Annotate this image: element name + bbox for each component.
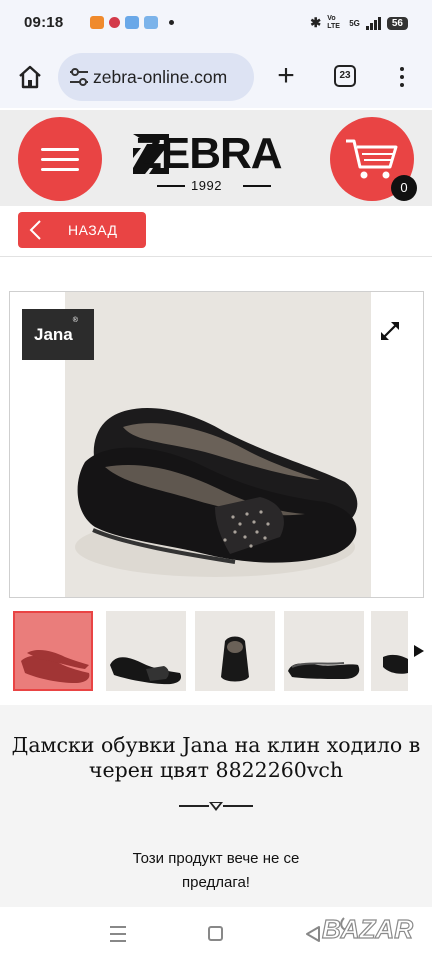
logo-year-row: 1992 xyxy=(157,178,277,194)
home-nav-icon[interactable] xyxy=(208,926,223,941)
cart-count-badge: 0 xyxy=(391,175,417,201)
weather-icon xyxy=(144,16,158,29)
product-info: Дамски обувки Jana на клин ходило в чере… xyxy=(0,705,432,907)
site-logo[interactable]: ZEBRA 1992 xyxy=(133,132,301,196)
battery-icon: 56 xyxy=(386,16,408,30)
status-bar: 09:18 ✱ Vo LTE 5G 56 xyxy=(0,0,432,46)
bazar-watermark: BAZAR xyxy=(321,913,413,944)
status-time: 09:18 xyxy=(24,14,64,31)
system-indicators: ✱ Vo LTE 5G 56 xyxy=(310,15,408,31)
app-notification-icon xyxy=(90,16,104,29)
not-offered-line-2: предлага! xyxy=(182,874,250,891)
tabs-button[interactable]: 23 xyxy=(334,65,356,87)
thumbnail-strip xyxy=(13,611,432,693)
thumbnail-3[interactable] xyxy=(195,611,275,691)
network-label: 5G xyxy=(349,18,360,28)
recents-icon[interactable] xyxy=(110,926,126,942)
weather-icon xyxy=(125,16,139,29)
hamburger-menu-button[interactable] xyxy=(18,117,102,201)
tune-icon[interactable] xyxy=(68,67,90,87)
new-tab-button[interactable]: + xyxy=(270,61,302,93)
thumbnail-next-button[interactable] xyxy=(408,611,432,691)
thumbnail-4[interactable] xyxy=(284,611,364,691)
thumbnail-2[interactable] xyxy=(106,611,186,691)
expand-icon[interactable] xyxy=(379,320,401,342)
not-offered-message: Този продукт вече не се предлага! xyxy=(0,847,432,895)
volte-label: Vo LTE xyxy=(327,15,340,30)
product-photo[interactable] xyxy=(65,292,371,597)
brand-badge: Jana® xyxy=(22,309,94,360)
logo-text: ZEBRA xyxy=(135,129,283,178)
more-vert-icon[interactable] xyxy=(390,60,414,94)
cart-icon xyxy=(346,139,398,179)
back-button[interactable]: НАЗАД xyxy=(18,212,146,248)
thumbnail-1[interactable] xyxy=(13,611,93,691)
signal-icon xyxy=(365,16,381,30)
bluetooth-icon: ✱ xyxy=(310,15,322,30)
url-text[interactable]: zebra-online.com xyxy=(93,67,227,88)
product-image-viewer[interactable]: Jana® xyxy=(9,291,424,598)
not-offered-line-1: Този продукт вече не се xyxy=(132,850,300,867)
site-header: ZEBRA 1992 xyxy=(0,110,432,206)
product-title: Дамски обувки Jana на клин ходило в чере… xyxy=(11,733,421,782)
address-bar[interactable]: zebra-online.com xyxy=(58,53,254,101)
notification-icons xyxy=(90,16,174,29)
more-notifications-dot xyxy=(169,20,174,25)
shoe-image xyxy=(65,292,371,597)
thumbnail-5[interactable] xyxy=(371,611,408,691)
back-button-label: НАЗАД xyxy=(68,222,118,238)
browser-toolbar: zebra-online.com + 23 xyxy=(0,46,432,108)
divider-line xyxy=(0,256,432,257)
app-notification-icon xyxy=(109,17,120,28)
chevron-left-icon xyxy=(29,220,41,240)
title-divider xyxy=(179,802,253,814)
chevron-right-icon xyxy=(414,645,424,657)
home-icon[interactable] xyxy=(14,61,46,93)
logo-year: 1992 xyxy=(191,178,222,193)
back-nav-icon[interactable] xyxy=(304,925,322,943)
